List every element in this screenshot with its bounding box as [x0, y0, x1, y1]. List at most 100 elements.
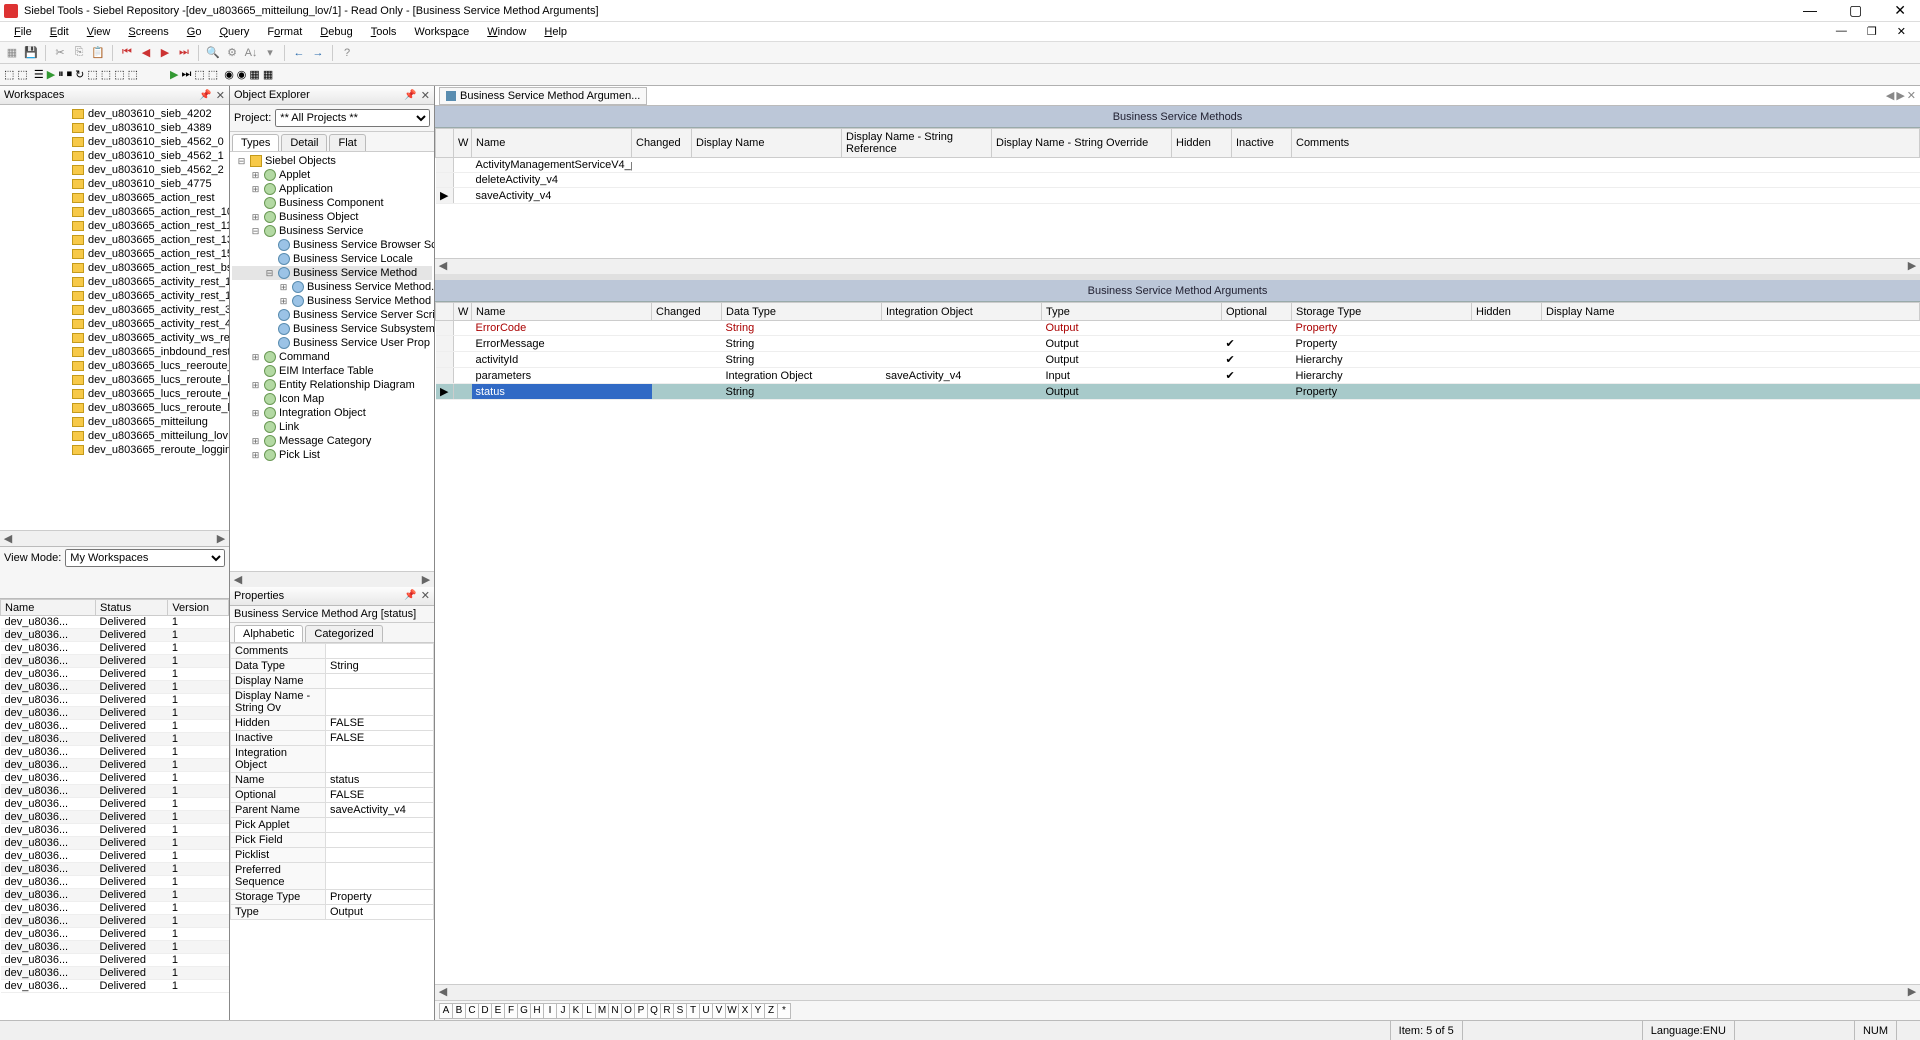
- tb-sort-icon[interactable]: A↓: [243, 45, 259, 61]
- column-header[interactable]: [436, 303, 454, 321]
- alpha-filter-K[interactable]: K: [569, 1003, 583, 1019]
- workspace-item[interactable]: dev_u803665_reroute_logging_fix: [0, 443, 229, 457]
- workspace-item[interactable]: dev_u803610_sieb_4562_1: [0, 149, 229, 163]
- property-row[interactable]: Pick Field: [231, 832, 434, 847]
- workspace-item[interactable]: dev_u803610_sieb_4775: [0, 177, 229, 191]
- alpha-filter-D[interactable]: D: [478, 1003, 492, 1019]
- expand-icon[interactable]: ⊞: [250, 170, 261, 181]
- tab-flat[interactable]: Flat: [329, 134, 365, 151]
- column-header[interactable]: Integration Object: [882, 303, 1042, 321]
- expand-icon[interactable]: ⊞: [250, 380, 261, 391]
- pin-icon[interactable]: 📌: [199, 90, 211, 101]
- methods-grid[interactable]: WNameChangedDisplay NameDisplay Name - S…: [435, 128, 1920, 258]
- list-item[interactable]: dev_u8036...Delivered1: [1, 928, 229, 941]
- tab-detail[interactable]: Detail: [281, 134, 327, 151]
- tb2-step-icon[interactable]: ⏭: [181, 68, 191, 81]
- tab-nav-prev-icon[interactable]: ◀: [1886, 89, 1894, 102]
- scroll-right-icon[interactable]: ▶: [418, 573, 434, 586]
- maximize-button[interactable]: ▢: [1839, 2, 1872, 19]
- expand-icon[interactable]: ⊞: [250, 408, 261, 419]
- workspace-item[interactable]: dev_u803665_action_rest_13: [0, 233, 229, 247]
- property-row[interactable]: Comments: [231, 643, 434, 658]
- tree-node[interactable]: Icon Map: [232, 392, 432, 406]
- workspace-item[interactable]: dev_u803665_action_rest_10: [0, 205, 229, 219]
- tb-nav-last-icon[interactable]: ⏭: [176, 45, 192, 61]
- tb2-icon[interactable]: ◉: [237, 68, 247, 81]
- workspace-item[interactable]: dev_u803665_action_rest_11: [0, 219, 229, 233]
- workspace-item[interactable]: dev_u803665_mitteilung_lov: [0, 429, 229, 443]
- column-header[interactable]: Data Type: [722, 303, 882, 321]
- tab-alphabetic[interactable]: Alphabetic: [234, 625, 303, 642]
- col-status[interactable]: Status: [96, 600, 168, 616]
- column-header[interactable]: Optional: [1222, 303, 1292, 321]
- col-version[interactable]: Version: [168, 600, 229, 616]
- tree-node[interactable]: Business Service Locale: [232, 252, 432, 266]
- tree-node[interactable]: ⊞Business Service Method: [232, 294, 432, 308]
- tree-node[interactable]: ⊟Business Service: [232, 224, 432, 238]
- alpha-filter-S[interactable]: S: [673, 1003, 687, 1019]
- workspace-item[interactable]: dev_u803665_lucs_reroute_loggir: [0, 401, 229, 415]
- expand-icon[interactable]: ⊟: [264, 268, 275, 279]
- table-row[interactable]: ErrorCodeStringOutputProperty: [436, 321, 1920, 336]
- column-header[interactable]: Display Name - String Override: [992, 129, 1172, 158]
- pin-icon[interactable]: 📌: [404, 590, 416, 601]
- list-item[interactable]: dev_u8036...Delivered1: [1, 785, 229, 798]
- list-item[interactable]: dev_u8036...Delivered1: [1, 681, 229, 694]
- tree-node[interactable]: EIM Interface Table: [232, 364, 432, 378]
- tb2-icon[interactable]: ⬚: [101, 68, 111, 81]
- scroll-right-icon[interactable]: ▶: [1904, 259, 1920, 274]
- alpha-filter-B[interactable]: B: [452, 1003, 466, 1019]
- tb2-icon[interactable]: ⬚: [208, 68, 218, 81]
- alpha-filter-C[interactable]: C: [465, 1003, 479, 1019]
- alpha-filter-L[interactable]: L: [582, 1003, 596, 1019]
- list-item[interactable]: dev_u8036...Delivered1: [1, 902, 229, 915]
- alpha-filter-M[interactable]: M: [595, 1003, 609, 1019]
- workspace-item[interactable]: dev_u803665_activity_rest_14: [0, 289, 229, 303]
- tb2-icon[interactable]: ⬚: [87, 68, 97, 81]
- workspaces-tree[interactable]: dev_u803610_sieb_4202dev_u803610_sieb_43…: [0, 105, 229, 530]
- property-row[interactable]: Namestatus: [231, 772, 434, 787]
- column-header[interactable]: Hidden: [1472, 303, 1542, 321]
- tree-node[interactable]: Business Component: [232, 196, 432, 210]
- tb-icon[interactable]: ▦: [4, 45, 20, 61]
- table-row[interactable]: deleteActivity_v4: [436, 173, 1920, 188]
- alpha-filter-T[interactable]: T: [686, 1003, 700, 1019]
- workspace-item[interactable]: dev_u803665_activity_ws_rest_1: [0, 331, 229, 345]
- workspaces-list[interactable]: Name Status Version dev_u8036...Delivere…: [0, 598, 229, 1020]
- list-item[interactable]: dev_u8036...Delivered1: [1, 655, 229, 668]
- panel-close-icon[interactable]: ✕: [421, 89, 430, 102]
- column-header[interactable]: W: [454, 303, 472, 321]
- scroll-left-icon[interactable]: ◀: [0, 532, 16, 545]
- tb-query-icon[interactable]: 🔍: [205, 45, 221, 61]
- close-button[interactable]: ✕: [1884, 2, 1916, 19]
- property-row[interactable]: Display Name - String Ov: [231, 688, 434, 715]
- menu-format[interactable]: Format: [259, 24, 310, 40]
- scroll-left-icon[interactable]: ◀: [435, 259, 451, 274]
- expand-icon[interactable]: ⊞: [278, 282, 289, 293]
- tab-nav-next-icon[interactable]: ▶: [1896, 89, 1904, 102]
- tree-node[interactable]: Business Service User Prop: [232, 336, 432, 350]
- list-item[interactable]: dev_u8036...Delivered1: [1, 824, 229, 837]
- workspace-item[interactable]: dev_u803610_sieb_4202: [0, 107, 229, 121]
- menu-help[interactable]: Help: [536, 24, 575, 40]
- column-header[interactable]: Name: [472, 129, 632, 158]
- tree-node[interactable]: ⊞Pick List: [232, 448, 432, 462]
- alpha-filter-H[interactable]: H: [530, 1003, 544, 1019]
- alpha-filter-R[interactable]: R: [660, 1003, 674, 1019]
- alpha-filter-Y[interactable]: Y: [751, 1003, 765, 1019]
- alpha-filter-Z[interactable]: Z: [764, 1003, 778, 1019]
- menu-debug[interactable]: Debug: [312, 24, 360, 40]
- menu-view[interactable]: View: [79, 24, 119, 40]
- column-header[interactable]: Display Name: [1542, 303, 1920, 321]
- list-item[interactable]: dev_u8036...Delivered1: [1, 772, 229, 785]
- tb2-play-icon[interactable]: ▶: [47, 68, 55, 81]
- tb-cut-icon[interactable]: ✂: [52, 45, 68, 61]
- table-row[interactable]: parametersIntegration ObjectsaveActivity…: [436, 368, 1920, 384]
- workspace-item[interactable]: dev_u803610_sieb_4562_0: [0, 135, 229, 149]
- tree-node[interactable]: ⊞Application: [232, 182, 432, 196]
- tb2-icon[interactable]: ⬚: [4, 68, 14, 81]
- menu-window[interactable]: Window: [479, 24, 534, 40]
- expand-icon[interactable]: ⊞: [250, 212, 261, 223]
- property-row[interactable]: Display Name: [231, 673, 434, 688]
- tb2-stop-icon[interactable]: ⏹: [67, 68, 73, 81]
